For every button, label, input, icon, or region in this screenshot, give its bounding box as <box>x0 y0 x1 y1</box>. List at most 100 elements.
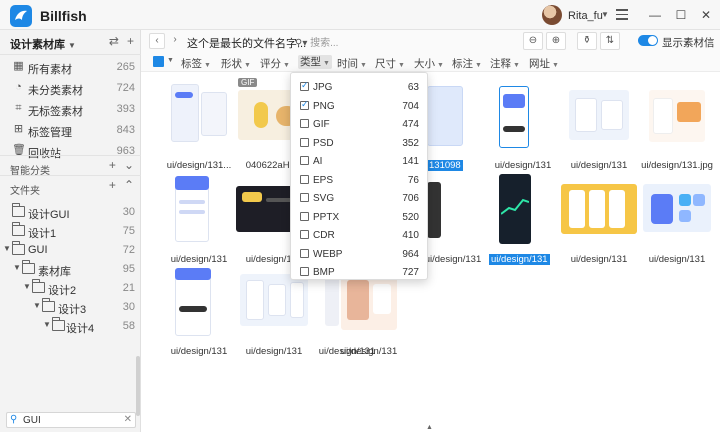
type-option-png[interactable]: PNG 704 <box>291 98 429 116</box>
billfish-logo-icon <box>10 5 32 27</box>
user-menu-caret-icon[interactable]: ▼ <box>601 10 609 19</box>
swap-icon[interactable]: ⇄ <box>109 34 119 48</box>
folder-section-title: 文件夹 <box>10 186 40 197</box>
toolbar-search[interactable]: ⚲▾ 搜索... <box>295 34 338 49</box>
asset-tile[interactable]: ui/design/131 <box>485 76 561 171</box>
add-folder-icon[interactable]: + <box>109 178 116 192</box>
zoom-out-button[interactable]: ⊖ <box>523 32 543 50</box>
type-option-webp[interactable]: WEBP 964 <box>291 246 429 264</box>
sidebar-item-uncategorized[interactable]: ◔ 未分类素材 724 <box>0 77 141 99</box>
checkbox[interactable] <box>300 193 309 202</box>
type-option-gif[interactable]: GIF 474 <box>291 116 429 134</box>
filter-size[interactable]: 大小 ▼ <box>414 56 444 71</box>
checkbox[interactable] <box>300 248 309 258</box>
filter-url[interactable]: 网址 ▼ <box>529 56 559 71</box>
select-all-checkbox[interactable] <box>153 56 164 67</box>
avatar[interactable] <box>542 5 562 25</box>
type-option-ai[interactable]: AI 141 <box>291 153 429 171</box>
app-name: Billfish <box>40 8 87 24</box>
collapse-smart-icon[interactable]: ⌄ <box>124 158 134 172</box>
add-library-icon[interactable]: + <box>127 34 134 48</box>
type-option-pptx[interactable]: PPTX 520 <box>291 209 429 227</box>
type-option-count: 352 <box>402 137 419 149</box>
sidebar-item-all[interactable]: ▦ 所有素材 265 <box>0 56 141 78</box>
type-option-eps[interactable]: EPS 76 <box>291 172 429 190</box>
filter-annotation[interactable]: 标注 ▼ <box>452 56 482 71</box>
type-option-jpg[interactable]: JPG 63 <box>291 79 429 97</box>
type-option-label: GIF <box>313 119 330 130</box>
select-caret-icon[interactable]: ▼ <box>167 57 174 64</box>
sidebar: 设计素材库 ▼ ⇄ + ▦ 所有素材 265 ◔ 未分类素材 724 ⌗ 无标签素材… <box>0 30 141 432</box>
username[interactable]: Rita_fu <box>568 10 603 22</box>
sidebar-scrollbar[interactable] <box>136 356 140 416</box>
expand-arrow-icon[interactable]: ▼ <box>13 263 21 272</box>
collapse-folder-icon[interactable]: ⌃ <box>124 178 134 192</box>
asset-tile[interactable]: ui/design/131 <box>561 76 637 171</box>
filter-time[interactable]: 时间 ▼ <box>337 56 367 71</box>
folder-label: 设计3 <box>58 304 87 316</box>
close-button[interactable]: ✕ <box>697 6 715 24</box>
filter-shape[interactable]: 形状 ▼ <box>221 56 251 71</box>
forward-button[interactable]: › <box>167 33 183 49</box>
back-button[interactable]: ‹ <box>149 33 165 49</box>
asset-tile[interactable]: ui/design/131.jpg <box>639 76 715 171</box>
checkbox[interactable] <box>300 137 309 147</box>
filter-tag[interactable]: 标签 ▼ <box>181 56 211 71</box>
library-name: 设计素材库 <box>10 39 65 51</box>
asset-thumbnail <box>485 76 561 154</box>
expand-arrow-icon[interactable]: ▼ <box>23 282 31 291</box>
maximize-button[interactable]: ☐ <box>672 6 690 24</box>
folder-label: 设计1 <box>28 228 57 240</box>
checkbox[interactable] <box>300 211 309 221</box>
filter-dimension[interactable]: 尺寸 ▼ <box>375 56 405 71</box>
library-selector[interactable]: 设计素材库 ▼ <box>10 36 76 52</box>
checkbox[interactable] <box>300 156 309 165</box>
checkbox-checked[interactable] <box>300 99 309 110</box>
checkbox[interactable] <box>300 174 309 184</box>
folder-item[interactable]: ▼ 设计3 30 <box>0 297 141 317</box>
expand-arrow-icon[interactable]: ▼ <box>43 320 51 329</box>
folder-item[interactable]: ▼ GUI 72 <box>0 240 141 260</box>
sidebar-item-untagged[interactable]: ⌗ 无标签素材 393 <box>0 98 141 120</box>
filter-note[interactable]: 注释 ▼ <box>490 56 520 71</box>
type-option-svg[interactable]: SVG 706 <box>291 190 429 208</box>
checkbox[interactable] <box>300 267 309 276</box>
checkbox-checked[interactable] <box>300 80 309 91</box>
type-option-count: 76 <box>407 174 419 186</box>
folder-item[interactable]: ▼ 素材库 95 <box>0 259 141 279</box>
type-option-cdr[interactable]: CDR 410 <box>291 227 429 245</box>
folder-search-input[interactable] <box>23 414 119 426</box>
divider <box>0 175 141 176</box>
folder-item[interactable]: ▼ 设计2 21 <box>0 278 141 298</box>
folder-search-box[interactable]: ⚲ ✕ <box>6 412 136 428</box>
show-info-toggle[interactable] <box>638 35 658 46</box>
asset-tile[interactable]: ui/design/131... <box>161 76 237 171</box>
checkbox[interactable] <box>300 230 309 239</box>
type-option-count: 141 <box>402 156 419 167</box>
type-option-psd[interactable]: PSD 352 <box>291 135 429 153</box>
hamburger-menu-icon[interactable] <box>616 9 628 20</box>
zoom-in-button[interactable]: ⊕ <box>546 32 566 50</box>
folder-item[interactable]: 设计GUI 30 <box>0 202 141 222</box>
expand-arrow-icon[interactable]: ▼ <box>33 301 41 310</box>
filter-type[interactable]: 类型 ▼ <box>298 55 332 69</box>
filter-button[interactable]: ⚱ <box>577 32 597 50</box>
asset-tile[interactable]: ui/design/131 <box>639 170 715 265</box>
asset-tile[interactable]: ui/design/131 <box>485 170 561 265</box>
filter-label: 类型 <box>300 56 321 68</box>
asset-tile[interactable]: ui/design/131 <box>561 170 637 265</box>
checkbox[interactable] <box>300 119 309 128</box>
asset-tile[interactable]: ui/design/131 <box>161 170 237 265</box>
filter-rating[interactable]: 评分 ▼ <box>260 56 290 71</box>
type-option-bmp[interactable]: BMP 727 <box>291 264 429 282</box>
sidebar-item-tag-manage[interactable]: ⊞ 标签管理 843 <box>0 119 141 141</box>
clear-icon[interactable]: ✕ <box>124 414 132 425</box>
asset-tile[interactable]: ui/design/131 <box>161 262 237 357</box>
add-smart-icon[interactable]: + <box>109 158 116 172</box>
folder-item[interactable]: ▼ 设计4 58 <box>0 316 141 336</box>
expand-arrow-icon[interactable]: ▼ <box>3 244 11 253</box>
minimize-button[interactable]: — <box>646 6 664 24</box>
folder-item[interactable]: 设计1 75 <box>0 221 141 241</box>
panel-toggle-caret-icon[interactable]: ▲ <box>426 424 433 431</box>
sort-button[interactable]: ⇅ <box>600 32 620 50</box>
